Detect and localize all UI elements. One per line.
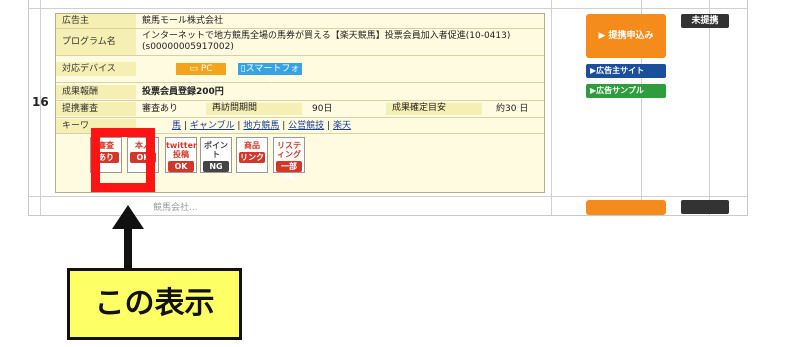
divider [551, 0, 552, 215]
program-name: インターネットで地方競馬全場の馬券が買える【楽天競馬】投票会員加入者促進(10-… [142, 31, 511, 41]
confirm-value: 約30 日 [496, 104, 529, 114]
review-label: 提携審査 [56, 102, 136, 116]
condition-icon-value: NG [203, 161, 229, 172]
highlight-box [91, 128, 155, 192]
revisit-value: 90日 [312, 104, 333, 114]
keyword-link[interactable]: 公営競技 [288, 121, 324, 131]
condition-icon-label: twitter投稿 [166, 141, 197, 159]
review-value: 審査あり [142, 104, 179, 114]
apply-partnership-button[interactable]: ▶ 提携申込み [586, 14, 666, 58]
condition-icon-value: 一部OK [276, 161, 302, 182]
program-label: プログラム名 [56, 29, 136, 55]
keyword-link[interactable]: ギャンブル [190, 121, 235, 131]
divider [29, 8, 747, 9]
row-number: 16 [32, 95, 49, 109]
devices-label: 対応デバイス [56, 62, 136, 76]
condition-icon: ポイント NG [200, 137, 232, 173]
condition-icon-label: ポイント [204, 141, 228, 159]
reward-value: 投票会員登録200円 [142, 87, 224, 97]
program-code: (s00000005917002) [142, 42, 234, 52]
condition-icon: twitter投稿 OK [165, 137, 197, 173]
keyword-link[interactable]: 楽天 [333, 121, 351, 131]
condition-icon-value: リンク [239, 152, 265, 163]
condition-icon-label: 商品 [244, 141, 260, 150]
reward-label: 成果報酬 [56, 85, 136, 99]
keyword-link[interactable]: 馬 [172, 121, 181, 131]
condition-icon-value: OK [168, 161, 194, 172]
status-badge: 未提携 [681, 14, 729, 28]
confirm-label: 成果確定目安 [386, 103, 482, 115]
apply-partnership-button[interactable] [586, 200, 666, 215]
advertiser-name: 競馬モール株式会社 [142, 16, 224, 26]
ad-sample-button[interactable]: ▶広告サンプル [586, 84, 666, 98]
arrow-shaft [124, 226, 132, 270]
divider [709, 0, 710, 215]
monitor-icon: ▭ [189, 64, 198, 74]
advertiser-label: 広告主 [56, 14, 136, 28]
keyword-link[interactable]: 地方競馬 [243, 121, 279, 131]
keyword-list: 馬 | ギャンブル | 地方競馬 | 公営競技 | 楽天 [172, 121, 351, 131]
callout-label: この表示 [67, 268, 242, 340]
pc-device-badge: ▭ PC [176, 63, 226, 75]
smartphone-device-badge: ▯スマートフォン [238, 63, 302, 86]
status-badge [681, 200, 729, 214]
advertiser-site-button[interactable]: ▶広告主サイト [586, 64, 666, 78]
revisit-label: 再訪問期間 [206, 103, 302, 115]
condition-icon: リスティング 一部OK [273, 137, 305, 182]
divider [29, 196, 747, 197]
advertiser-name: 競馬会社... [153, 203, 198, 213]
condition-icon-label: リスティング [277, 141, 301, 159]
condition-icon: 商品 リンク [236, 137, 268, 173]
